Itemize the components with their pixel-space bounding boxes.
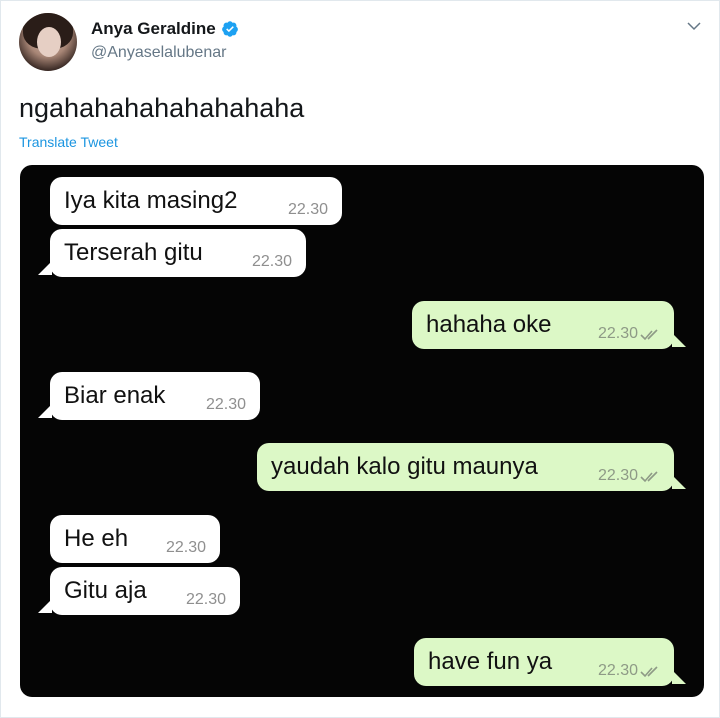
message-text: Terserah gitu (64, 239, 203, 266)
double-check-icon (640, 666, 658, 678)
avatar[interactable] (19, 13, 77, 71)
bubble-tail (672, 670, 686, 684)
translate-tweet-link[interactable]: Translate Tweet (19, 134, 118, 150)
bubble-tail (38, 261, 52, 275)
avatar-face (37, 27, 61, 57)
message-text: yaudah kalo gitu maunya (271, 453, 538, 480)
message-text: Iya kita masing2 (64, 187, 238, 214)
chat-message-outgoing: hahaha oke 22.30 (412, 301, 686, 349)
tweet-card: Anya Geraldine @Anyaselalubenar ngahahah… (0, 0, 720, 718)
bubble-tail (38, 404, 52, 418)
message-time: 22.30 (597, 662, 638, 679)
user-name[interactable]: Anya Geraldine (91, 19, 216, 39)
chat-message-incoming: He eh 22.30 (50, 515, 220, 563)
chat-message-outgoing: yaudah kalo gitu maunya 22.30 (257, 443, 686, 491)
message-time: 22.30 (185, 591, 226, 608)
tweet-text: ngahahahahahahahaha (19, 93, 305, 123)
message-time: 22.30 (165, 539, 206, 556)
bubble-tail (672, 475, 686, 489)
message-text: Gitu aja (64, 577, 147, 604)
message-time: 22.30 (251, 253, 292, 270)
user-handle[interactable]: @Anyaselalubenar (91, 44, 226, 62)
chevron-down-icon[interactable] (685, 17, 703, 35)
message-text: hahaha oke (426, 311, 552, 338)
chat-screenshot-image: Iya kita masing2 22.30 Terserah gitu 22.… (20, 165, 704, 697)
verified-badge-icon (221, 21, 238, 37)
message-time: 22.30 (287, 201, 328, 218)
message-time: 22.30 (205, 396, 246, 413)
chat-message-incoming: Biar enak 22.30 (38, 372, 260, 420)
message-text: He eh (64, 525, 129, 552)
message-text: Biar enak (64, 382, 166, 409)
bubble-tail (672, 333, 686, 347)
chat-message-incoming: Iya kita masing2 22.30 (50, 177, 342, 225)
chat-message-outgoing: have fun ya 22.30 (414, 638, 686, 686)
message-text: have fun ya (428, 648, 553, 675)
chat-message-incoming: Gitu aja 22.30 (38, 567, 240, 615)
chat-message-incoming: Terserah gitu 22.30 (38, 229, 306, 277)
bubble-tail (38, 599, 52, 613)
double-check-icon (640, 471, 658, 483)
double-check-icon (640, 329, 658, 341)
user-name-row: Anya Geraldine (91, 19, 239, 39)
message-time: 22.30 (597, 325, 638, 342)
message-time: 22.30 (597, 467, 638, 484)
